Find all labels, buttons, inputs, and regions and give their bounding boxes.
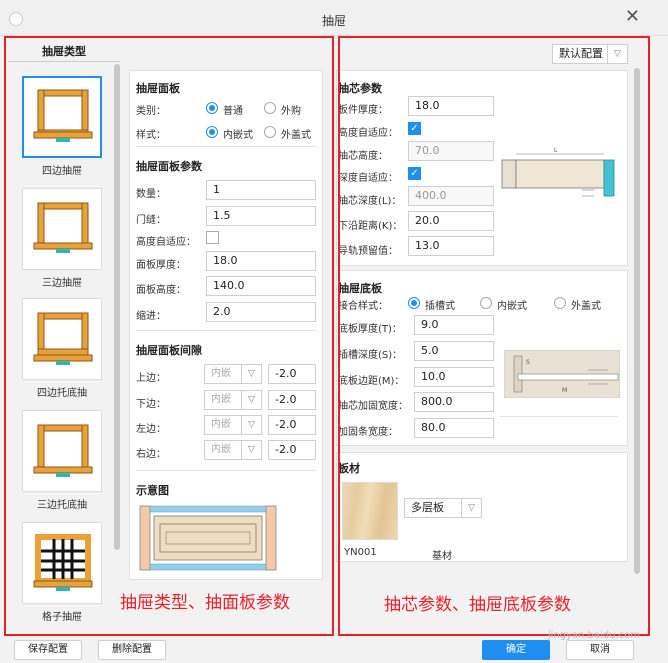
left-highlight-box — [4, 36, 334, 636]
cancel-button[interactable]: 取消 — [566, 640, 634, 660]
ok-button[interactable]: 确定 — [482, 640, 550, 660]
title-bar: 抽屉 ✕ — [0, 0, 668, 36]
right-highlight-box — [338, 36, 650, 636]
close-icon[interactable]: ✕ — [625, 8, 640, 26]
watermark: jingyan.baidu.com — [547, 630, 640, 641]
delete-config-button[interactable]: 删除配置 — [98, 640, 166, 660]
save-config-button[interactable]: 保存配置 — [14, 640, 82, 660]
window-title: 抽屉 — [321, 14, 346, 28]
